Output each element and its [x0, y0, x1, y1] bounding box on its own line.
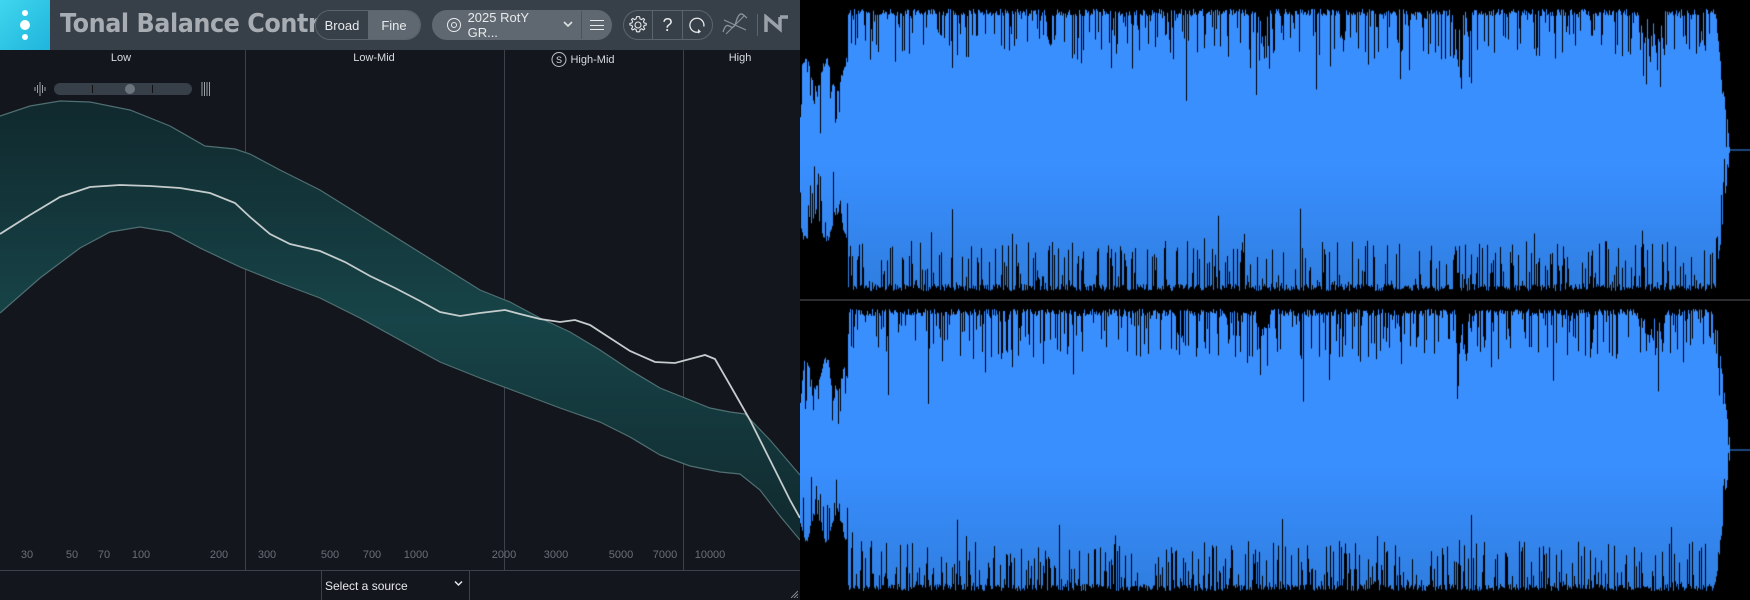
loop-icon: [689, 17, 705, 34]
target-range-band: [0, 101, 800, 540]
freq-tick: 100: [131, 549, 151, 561]
broad-mode-button[interactable]: Broad: [316, 11, 368, 39]
freq-tick: 10000: [694, 549, 726, 561]
visual-mixer-icon[interactable]: [720, 12, 750, 38]
freq-tick: 7000: [652, 549, 678, 561]
freq-tick: 5000: [608, 549, 634, 561]
help-button[interactable]: ?: [653, 11, 683, 39]
target-preset-control: 2025 RotY GR...: [432, 10, 612, 40]
band-label-high-mid[interactable]: S High-Mid: [551, 52, 615, 67]
band-label-text: High-Mid: [570, 53, 615, 66]
chevron-down-icon: [454, 580, 463, 587]
app-title: Tonal Balance Control: [60, 9, 343, 39]
band-label-low-mid[interactable]: Low-Mid: [353, 52, 395, 64]
freq-tick: 30: [20, 549, 34, 561]
plugin-header: Tonal Balance Control Broad Fine 2025 Ro…: [0, 0, 800, 50]
target-preset-dropdown[interactable]: 2025 RotY GR...: [433, 11, 581, 39]
resize-grip-icon[interactable]: [790, 590, 798, 598]
band-label-text: High: [728, 52, 752, 64]
tonal-balance-plugin: Tonal Balance Control Broad Fine 2025 Ro…: [0, 0, 800, 600]
question-icon: ?: [662, 14, 673, 35]
hamburger-menu-icon: [589, 20, 604, 30]
fine-mode-button[interactable]: Fine: [368, 11, 420, 39]
target-preset-label: 2025 RotY GR...: [467, 10, 529, 40]
settings-button[interactable]: [624, 11, 654, 39]
main-menu-button[interactable]: [0, 0, 50, 50]
view-mode-toggle: Broad Fine: [315, 10, 421, 40]
history-button[interactable]: [683, 11, 712, 39]
tonal-balance-graph: [0, 100, 800, 541]
chevron-down-icon: [563, 20, 573, 31]
freq-tick: 50: [65, 549, 79, 561]
menu-dot-icon: [20, 20, 30, 30]
band-label-text: Low-Mid: [353, 52, 395, 64]
menu-dot-icon: [22, 34, 28, 40]
plugin-footer: Select a source: [0, 570, 800, 600]
source-select-value: Select a source: [325, 579, 408, 593]
source-select[interactable]: Select a source: [321, 571, 470, 600]
freq-tick: 70: [97, 549, 111, 561]
freq-tick: 1000: [403, 549, 429, 561]
freq-tick: 700: [362, 549, 382, 561]
ni-logo[interactable]: [764, 14, 790, 34]
tonal-balance-curve: [0, 184, 800, 519]
menu-dot-icon: [22, 10, 28, 16]
band-label-low[interactable]: Low: [111, 52, 131, 64]
freq-tick: 500: [320, 549, 340, 561]
freq-tick: 300: [257, 549, 277, 561]
band-label-text: Low: [110, 52, 132, 64]
utility-buttons: ?: [623, 10, 713, 40]
freq-tick: 200: [209, 549, 229, 561]
waveform-display[interactable]: [800, 0, 1750, 600]
target-icon: [447, 18, 461, 32]
freq-tick: 3000: [543, 549, 569, 561]
freq-tick: 2000: [491, 549, 517, 561]
gear-icon: [629, 15, 648, 33]
band-label-high[interactable]: High: [729, 52, 752, 64]
header-divider: [757, 14, 758, 36]
solo-icon[interactable]: S: [551, 52, 567, 67]
preset-menu-button[interactable]: [581, 11, 611, 39]
channel-divider: [800, 299, 1750, 301]
